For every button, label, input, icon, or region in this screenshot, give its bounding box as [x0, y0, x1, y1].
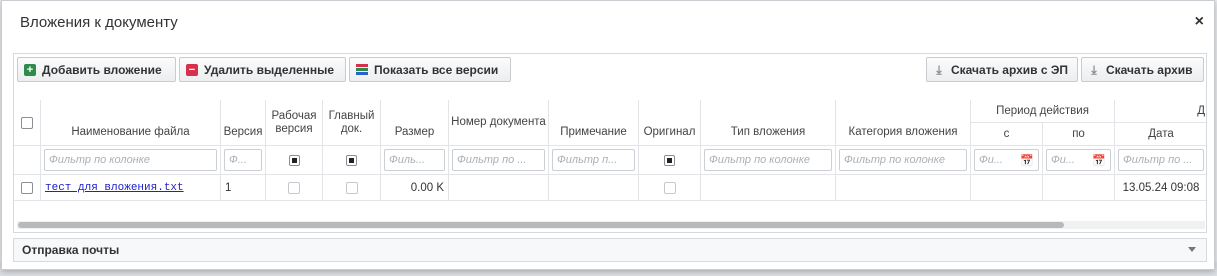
col-header-attach-type[interactable]: Тип вложения [701, 100, 836, 146]
original-checkbox[interactable] [663, 181, 676, 194]
bars-icon [356, 64, 368, 75]
filter-input-version[interactable]: Ф... [224, 149, 262, 171]
attachments-grid: Наименование файла Версия Рабочая версия… [14, 100, 1206, 203]
table-row-attach-type-cell [701, 175, 836, 201]
col-header-period-from[interactable]: с [971, 123, 1043, 146]
attachments-panel: + Добавить вложение − Удалить выделенные… [13, 53, 1207, 233]
filter-checkbox-main-doc[interactable] [346, 154, 357, 166]
filter-input-period-to[interactable]: Фи... 📅 [1046, 149, 1111, 171]
dialog-title: Вложения к документу [20, 14, 178, 31]
filter-checkbox-working-version[interactable] [288, 154, 300, 166]
table-row-attach-category-cell [836, 175, 971, 201]
delete-selected-button[interactable]: − Удалить выделенные [179, 57, 346, 82]
filter-cell-working-version [266, 146, 323, 175]
mail-section-header[interactable]: Отправка почты [13, 238, 1207, 262]
download-icon: ⤓ [936, 62, 942, 77]
filter-cell-period-to: Фи... 📅 [1043, 146, 1115, 175]
show-versions-button[interactable]: Показать все версии [349, 57, 511, 82]
filter-cell-note: Фильтр п... [549, 146, 639, 175]
table-row-period-from-cell [971, 175, 1043, 201]
row-checkbox[interactable] [21, 181, 33, 194]
minus-icon: − [186, 63, 198, 76]
col-header-doc-number[interactable]: Номер документа [449, 100, 549, 146]
table-row-name-cell: тест для вложения.txt [41, 175, 221, 201]
add-attachment-button[interactable]: + Добавить вложение [17, 57, 176, 82]
filter-cell-date: Фильтр по ... [1115, 146, 1206, 175]
table-row-size-cell: 0.00 K [381, 175, 449, 201]
filter-period-from-text: Фи... [979, 154, 1004, 166]
filter-input-date[interactable]: Фильтр по ... [1118, 149, 1204, 171]
filter-cell-attach-type: Фильтр по колонке [701, 146, 836, 175]
filter-cell-attach-category: Фильтр по колонке [836, 146, 971, 175]
col-header-note[interactable]: Примечание [549, 100, 639, 146]
download-archive-ep-label: Скачать архив с ЭП [951, 62, 1069, 77]
toolbar: + Добавить вложение − Удалить выделенные… [14, 54, 1206, 96]
download-archive-ep-button[interactable]: ⤓ Скачать архив с ЭП [926, 57, 1078, 82]
col-header-attach-category[interactable]: Категория вложения [836, 100, 971, 146]
table-row-main-doc-cell [323, 175, 381, 201]
table-row-working-version-cell [266, 175, 323, 201]
table-row-doc-number-cell [449, 175, 549, 201]
filter-cell-size: Филь... [381, 146, 449, 175]
calendar-icon[interactable]: 📅 [1092, 154, 1106, 167]
table-row-period-to-cell [1043, 175, 1115, 201]
col-header-extra: Д [1115, 100, 1206, 123]
filter-input-period-from[interactable]: Фи... 📅 [974, 149, 1039, 171]
filter-checkbox-original[interactable] [664, 154, 675, 166]
select-all-checkbox[interactable] [21, 116, 33, 129]
filter-input-name[interactable]: Фильтр по колонке [44, 149, 217, 171]
col-header-date[interactable]: Дата [1115, 123, 1206, 146]
col-header-name[interactable]: Наименование файла [41, 100, 221, 146]
filter-period-to-text: Фи... [1051, 154, 1076, 166]
filter-input-attach-type[interactable]: Фильтр по колонке [704, 149, 832, 171]
scrollbar-thumb[interactable] [18, 222, 1064, 228]
chevron-down-icon[interactable] [1188, 247, 1196, 252]
table-row-version-cell: 1 [221, 175, 266, 201]
select-all-cell [14, 100, 41, 146]
col-header-period-to[interactable]: по [1043, 123, 1115, 146]
col-header-working-version[interactable]: Рабочая версия [266, 100, 323, 146]
show-versions-label: Показать все версии [374, 62, 499, 77]
filter-cell-name: Фильтр по колонке [41, 146, 221, 175]
filter-cell-main-doc [323, 146, 381, 175]
download-archive-label: Скачать архив [1106, 62, 1193, 77]
col-header-main-doc[interactable]: Главный док. [323, 100, 381, 146]
col-header-original[interactable]: Оригинал [639, 100, 701, 146]
working-version-checkbox[interactable] [288, 181, 300, 194]
main-doc-checkbox[interactable] [345, 181, 358, 194]
filter-cell-original [639, 146, 701, 175]
mail-section-label: Отправка почты [22, 243, 120, 257]
table-row-original-cell [639, 175, 701, 201]
file-link[interactable]: тест для вложения.txt [45, 182, 184, 194]
table-row-note-cell [549, 175, 639, 201]
add-attachment-label: Добавить вложение [42, 62, 162, 77]
download-archive-button[interactable]: ⤓ Скачать архив [1081, 57, 1204, 82]
delete-selected-label: Удалить выделенные [204, 62, 335, 77]
download-icon: ⤓ [1091, 62, 1097, 77]
col-header-period: Период действия [971, 100, 1115, 123]
filter-input-doc-number[interactable]: Фильтр по ... [452, 149, 545, 171]
col-header-version[interactable]: Версия [221, 100, 266, 146]
calendar-icon[interactable]: 📅 [1020, 154, 1034, 167]
plus-icon: + [24, 63, 36, 76]
filter-cell-period-from: Фи... 📅 [971, 146, 1043, 175]
filter-input-size[interactable]: Филь... [384, 149, 445, 171]
filter-cell-version: Ф... [221, 146, 266, 175]
close-icon[interactable]: × [1195, 13, 1204, 31]
col-header-size[interactable]: Размер [381, 100, 449, 146]
attachments-dialog: Вложения к документу × + Добавить вложен… [1, 0, 1215, 270]
table-row-date-cell: 13.05.24 09:08 [1115, 175, 1206, 201]
filter-input-note[interactable]: Фильтр п... [552, 149, 635, 171]
filter-input-attach-category[interactable]: Фильтр по колонке [839, 149, 967, 171]
table-row-select-cell [14, 175, 41, 201]
filter-cell-doc-number: Фильтр по ... [449, 146, 549, 175]
filter-cell-select [14, 146, 41, 175]
